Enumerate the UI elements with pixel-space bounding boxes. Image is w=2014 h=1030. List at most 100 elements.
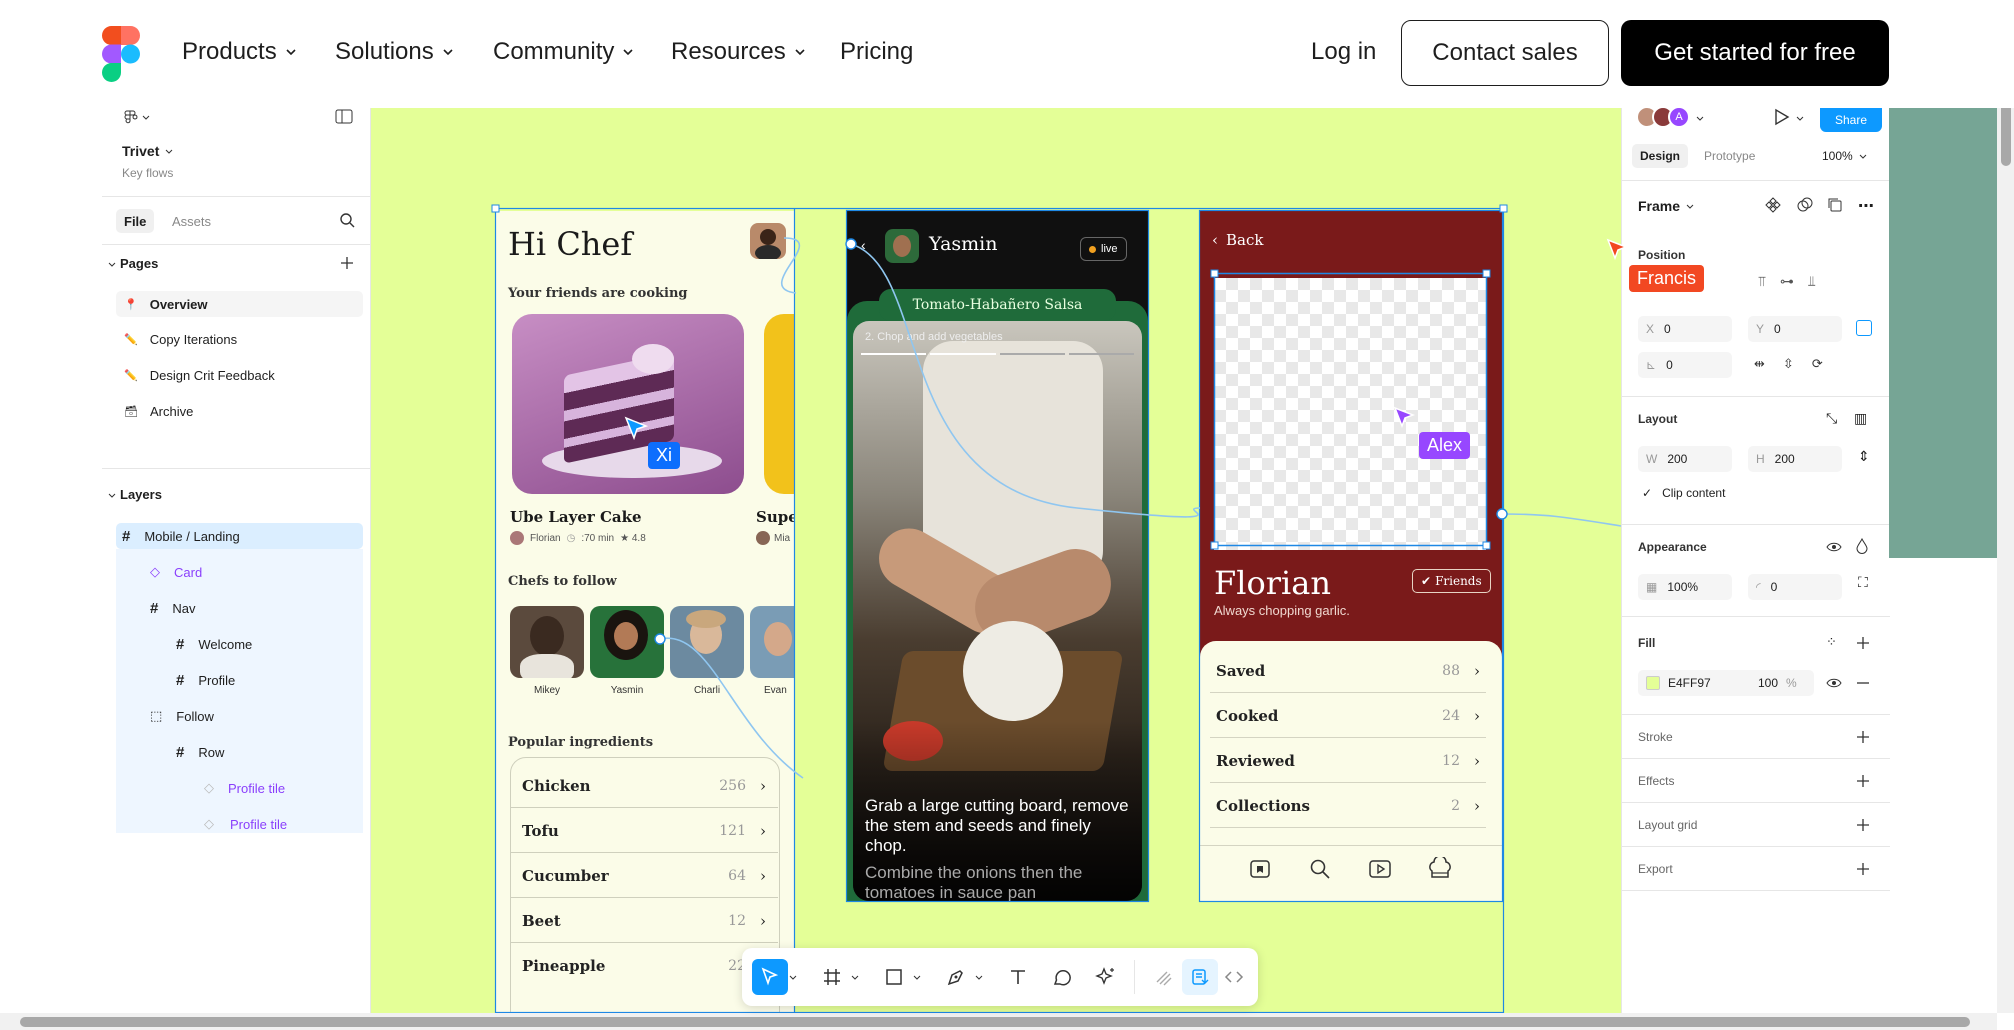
clip-content-checkbox[interactable]: ✓ Clip content [1642,486,1725,500]
plus-icon[interactable] [1856,636,1870,650]
tool-dropdown[interactable] [848,959,862,995]
text-tool-button[interactable] [1000,959,1036,995]
search-icon[interactable] [339,212,355,228]
height-field[interactable]: H 200 [1748,446,1842,472]
layer-label: Profile tile [230,816,288,832]
layer-profile-tile[interactable]: ◇ Profile tile [204,811,287,837]
sidebar-toggle-icon[interactable] [335,109,353,125]
rotation-field[interactable]: ⊾ 0 [1638,352,1732,378]
nav-pricing[interactable]: Pricing [840,38,913,66]
y-field[interactable]: Y0 [1748,316,1842,342]
tool-dropdown[interactable] [786,959,800,995]
more-icon[interactable]: ⋯ [1858,196,1874,216]
login-link[interactable]: Log in [1311,38,1376,66]
tool-dropdown[interactable] [910,959,924,995]
design-mode-button[interactable] [1182,959,1218,995]
fill-field[interactable]: E4FF97 100% [1638,670,1814,696]
divider [1622,802,1890,803]
file-name[interactable]: Trivet [122,143,173,159]
eye-icon[interactable] [1826,540,1842,554]
comment-tool-button[interactable] [1044,959,1080,995]
layer-profile-tile[interactable]: ◇ Profile tile [204,775,285,801]
page-item-archive[interactable]: 🗃 Archive [124,398,193,424]
move-tool-button[interactable] [752,959,788,995]
scrollbar-thumb[interactable] [20,1017,1970,1027]
transform-group[interactable]: ⇹ ⇳ ⟳ [1754,356,1823,372]
copy-icon[interactable] [1826,196,1844,214]
archive-icon: 🗃 [124,405,138,418]
width-field[interactable]: W 200 [1638,446,1732,472]
plus-icon[interactable] [1856,730,1870,744]
contact-sales-button[interactable]: Contact sales [1401,20,1609,86]
nav-resources[interactable]: Resources [671,38,806,66]
independent-corners-icon[interactable]: ⛶ [1858,574,1868,591]
nav-solutions[interactable]: Solutions [335,38,454,66]
opacity-field[interactable]: ▦ 100% [1638,574,1732,600]
drop-icon[interactable] [1856,538,1868,554]
chevron-down-icon [623,49,633,56]
layer-nav[interactable]: # Nav [150,595,195,621]
zoom-select[interactable]: 100% [1822,144,1867,168]
eye-icon[interactable] [1826,676,1842,690]
x-field[interactable]: X0 [1638,316,1732,342]
plus-icon[interactable] [1856,862,1870,876]
align-vertical-group[interactable]: ⫪ ⊶ ⫫ [1758,268,1848,294]
component-icon[interactable] [1764,196,1782,214]
plus-icon[interactable] [1856,774,1870,788]
boolean-icon[interactable] [1796,196,1814,214]
divider [1622,616,1890,617]
page-item-overview[interactable]: 📍 Overview [116,291,363,317]
ai-tool-button[interactable] [1088,959,1124,995]
frame-icon: # [176,743,185,761]
main-menu-button[interactable] [122,108,150,126]
get-started-button[interactable]: Get started for free [1621,20,1889,86]
nav-community[interactable]: Community [493,38,634,66]
sparkle-icon [1095,967,1114,985]
page-item-copy-iterations[interactable]: ✏️ Copy Iterations [124,326,237,352]
radius-field[interactable]: ◜ 0 [1748,574,1842,600]
layer-welcome[interactable]: # Welcome [176,631,252,657]
component-icon: ◇ [150,564,160,579]
design-canvas[interactable]: Hi Chef Your friends are cooking Ube Lay… [371,108,1621,1013]
tool-dropdown[interactable] [972,959,986,995]
tab-file[interactable]: File [116,209,155,233]
appearance-title: Appearance [1638,540,1707,554]
minus-icon[interactable] [1856,676,1870,690]
figma-logo-icon[interactable] [102,26,140,82]
resize-to-fit-icon[interactable]: ⤡ [1826,410,1837,427]
nav-products[interactable]: Products [182,38,297,66]
dev-mode-button[interactable] [1216,959,1252,995]
shape-tool-button[interactable] [876,959,912,995]
auto-layout-icon[interactable]: ▥ [1854,410,1867,427]
draw-mode-button[interactable] [1146,959,1182,995]
chevron-down-icon[interactable] [1696,114,1704,122]
pages-header[interactable]: Pages [108,256,158,271]
styles-grid-icon[interactable]: ⁘ [1826,634,1837,650]
frame-tool-button[interactable] [814,959,850,995]
frame-type-select[interactable]: Frame [1638,198,1694,214]
plus-icon[interactable] [1856,818,1870,832]
frame-icon: # [150,599,159,617]
layer-profile[interactable]: # Profile [176,667,235,693]
chevron-down-icon[interactable] [1796,114,1804,122]
tab-assets[interactable]: Assets [164,209,219,233]
present-play-icon[interactable] [1772,108,1790,126]
page-item-design-crit[interactable]: ✏️ Design Crit Feedback [124,362,275,388]
chevron-down-icon [1686,204,1694,209]
layer-mobile-landing[interactable]: # Mobile / Landing [122,523,240,549]
tab-prototype[interactable]: Prototype [1696,144,1763,168]
layers-header[interactable]: Layers [108,487,162,502]
constraints-icon[interactable] [1856,320,1872,336]
layer-row[interactable]: # Row [176,739,224,765]
bottom-toolbar [742,948,1258,1006]
tab-design[interactable]: Design [1632,144,1689,168]
layer-follow[interactable]: ⬚ Follow [150,703,214,729]
constrain-proportions-icon[interactable]: ⇕ [1858,448,1870,465]
vertical-scrollbar[interactable] [1997,80,2014,1013]
plus-icon[interactable] [340,256,354,270]
avatar[interactable]: A [1668,106,1690,128]
pen-tool-button[interactable] [938,959,974,995]
horizontal-scrollbar[interactable] [0,1013,1997,1030]
layer-card[interactable]: ◇ Card [150,559,202,585]
cursor-label-francis: Francis [1629,265,1705,292]
